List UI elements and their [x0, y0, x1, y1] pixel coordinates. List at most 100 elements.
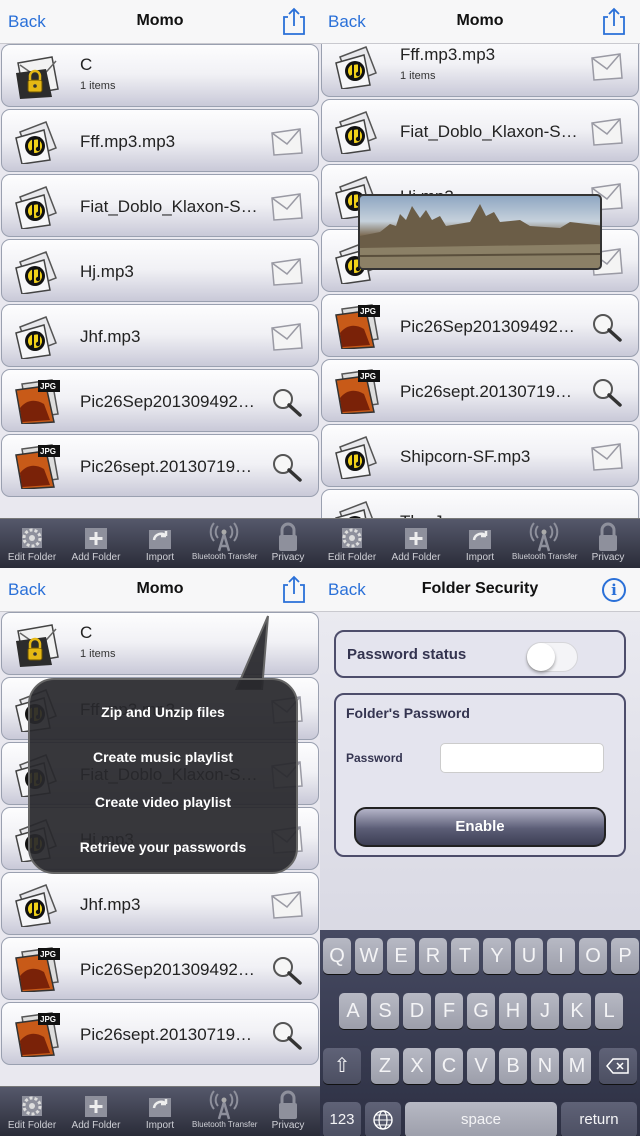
tab-bluetooth-transfer[interactable]: Bluetooth Transfer [192, 519, 257, 568]
key-c[interactable]: C [435, 1048, 463, 1084]
list-item[interactable]: JPG Pic26sept.20130719… [321, 359, 639, 422]
back-button[interactable]: Back [328, 580, 366, 600]
key-x[interactable]: X [403, 1048, 431, 1084]
action-popover: Zip and Unzip files Create music playlis… [28, 678, 298, 874]
key-r[interactable]: R [419, 938, 447, 974]
share-icon[interactable] [600, 6, 628, 36]
tab-edit-folder[interactable]: Edit Folder [0, 1087, 64, 1136]
list-item[interactable]: C 1 items [1, 44, 319, 107]
list-item[interactable]: Jhf.mp3 [1, 304, 319, 367]
tab-label: Add Folder [71, 552, 121, 563]
key-q[interactable]: Q [323, 938, 351, 974]
video-playlist-option[interactable]: Create video playlist [30, 794, 296, 810]
tab-label: Bluetooth Transfer [192, 1120, 258, 1129]
key-z[interactable]: Z [371, 1048, 399, 1084]
tab-add-folder[interactable]: Add Folder [384, 519, 448, 568]
tab-edit-folder[interactable]: Edit Folder [320, 519, 384, 568]
key-k[interactable]: K [563, 993, 591, 1029]
tab-privacy[interactable]: Privacy [256, 1087, 320, 1136]
list-item[interactable]: JPG Pic26sept.20130719… [1, 1002, 319, 1065]
key-t[interactable]: T [451, 938, 479, 974]
zip-unzip-option[interactable]: Zip and Unzip files [30, 704, 296, 720]
magnifier-icon[interactable] [590, 312, 624, 342]
key-m[interactable]: M [563, 1048, 591, 1084]
magnifier-icon[interactable] [270, 387, 304, 417]
info-icon[interactable]: i [602, 578, 626, 602]
tab-add-folder[interactable]: Add Folder [64, 519, 128, 568]
mail-icon[interactable] [590, 442, 624, 472]
magnifier-icon[interactable] [270, 955, 304, 985]
tab-edit-folder[interactable]: Edit Folder [0, 519, 64, 568]
tab-import[interactable]: Import [448, 519, 512, 568]
list-item[interactable]: JPG Pic26Sep201309492… [1, 369, 319, 432]
return-key[interactable]: return [561, 1102, 637, 1136]
key-d[interactable]: D [403, 993, 431, 1029]
key-y[interactable]: Y [483, 938, 511, 974]
tab-label: Import [145, 552, 175, 563]
tab-bluetooth-transfer[interactable]: Bluetooth Transfer [512, 519, 577, 568]
list-item[interactable]: JPG Pic26Sep201309492… [321, 294, 639, 357]
key-h[interactable]: H [499, 993, 527, 1029]
enable-button[interactable]: Enable [354, 807, 606, 847]
magnifier-icon[interactable] [270, 1020, 304, 1050]
list-item[interactable]: Hj.mp3 [1, 239, 319, 302]
tab-import[interactable]: Import [128, 1087, 192, 1136]
list-item[interactable]: The Journey.mp… [321, 489, 639, 518]
list-item[interactable]: Fiat_Doblo_Klaxon-S… [321, 99, 639, 162]
mail-icon[interactable] [590, 52, 624, 82]
globe-key[interactable] [365, 1102, 401, 1136]
list-item[interactable]: Fff.mp3.mp3 1 items [321, 44, 639, 97]
back-button[interactable]: Back [8, 12, 46, 32]
tab-privacy[interactable]: Privacy [256, 519, 320, 568]
svg-text:JPG: JPG [40, 382, 56, 391]
key-l[interactable]: L [595, 993, 623, 1029]
list-item[interactable]: Fff.mp3.mp3 [1, 109, 319, 172]
key-s[interactable]: S [371, 993, 399, 1029]
magnifier-icon[interactable] [590, 377, 624, 407]
back-button[interactable]: Back [8, 580, 46, 600]
shift-key[interactable]: ⇧ [323, 1048, 361, 1084]
key-b[interactable]: B [499, 1048, 527, 1084]
key-j[interactable]: J [531, 993, 559, 1029]
key-v[interactable]: V [467, 1048, 495, 1084]
list-item[interactable]: Fiat_Doblo_Klaxon-S… [1, 174, 319, 237]
back-button[interactable]: Back [328, 12, 366, 32]
password-status-toggle[interactable] [526, 642, 578, 672]
mail-icon[interactable] [270, 127, 304, 157]
tab-privacy[interactable]: Privacy [576, 519, 640, 568]
list-item[interactable]: JPG Pic26sept.20130719… [1, 434, 319, 497]
mail-icon[interactable] [590, 117, 624, 147]
key-o[interactable]: O [579, 938, 607, 974]
backspace-key[interactable] [599, 1048, 637, 1084]
item-name: Pic26Sep201309492… [80, 960, 255, 979]
mail-icon[interactable] [270, 192, 304, 222]
key-g[interactable]: G [467, 993, 495, 1029]
image-preview[interactable] [358, 194, 602, 270]
key-n[interactable]: N [531, 1048, 559, 1084]
retrieve-passwords-option[interactable]: Retrieve your passwords [30, 839, 296, 855]
share-icon[interactable] [280, 6, 308, 36]
tab-bluetooth-transfer[interactable]: Bluetooth Transfer [192, 1087, 258, 1136]
key-f[interactable]: F [435, 993, 463, 1029]
key-p[interactable]: P [611, 938, 639, 974]
key-w[interactable]: W [355, 938, 383, 974]
mail-icon[interactable] [270, 257, 304, 287]
tab-add-folder[interactable]: Add Folder [64, 1087, 128, 1136]
tab-import[interactable]: Import [128, 519, 192, 568]
key-u[interactable]: U [515, 938, 543, 974]
list-item[interactable]: Shipcorn-SF.mp3 [321, 424, 639, 487]
password-input[interactable] [440, 743, 604, 773]
list-item[interactable]: Jhf.mp3 [1, 872, 319, 935]
mail-icon[interactable] [270, 322, 304, 352]
music-playlist-option[interactable]: Create music playlist [30, 749, 296, 765]
toggle-knob [527, 643, 555, 671]
list-item[interactable]: JPG Pic26Sep201309492… [1, 937, 319, 1000]
mail-icon[interactable] [270, 890, 304, 920]
space-key[interactable]: space [405, 1102, 557, 1136]
share-icon[interactable] [280, 574, 308, 604]
magnifier-icon[interactable] [270, 452, 304, 482]
numbers-key[interactable]: 123 [323, 1102, 361, 1136]
key-e[interactable]: E [387, 938, 415, 974]
key-a[interactable]: A [339, 993, 367, 1029]
key-i[interactable]: I [547, 938, 575, 974]
